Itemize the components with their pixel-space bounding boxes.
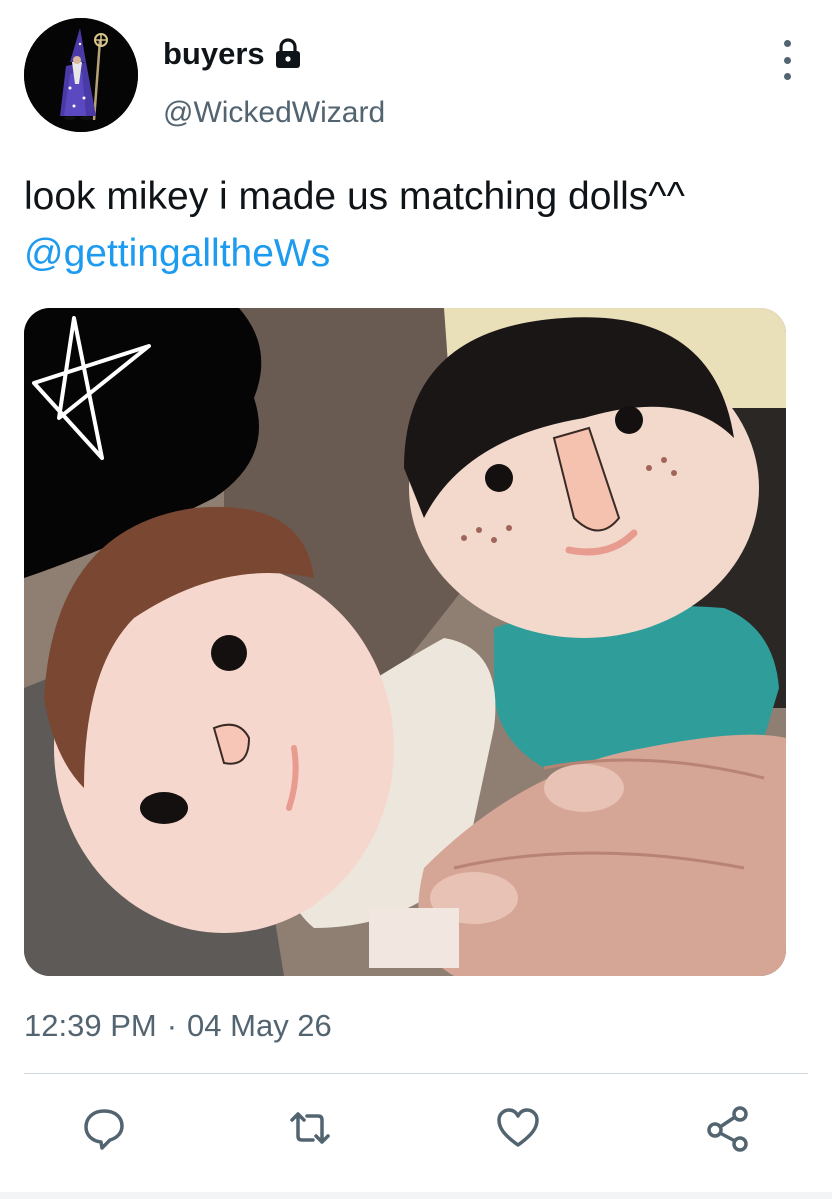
display-name[interactable]: buyers (163, 34, 265, 74)
like-button[interactable] (494, 1104, 542, 1152)
more-options-icon[interactable] (780, 40, 794, 80)
reply-button[interactable] (80, 1104, 128, 1152)
divider (24, 1073, 808, 1074)
like-icon (497, 1108, 539, 1147)
share-icon (707, 1106, 748, 1152)
tweet-date: 04 May 26 (187, 1008, 332, 1043)
user-handle[interactable]: @WickedWizard (163, 93, 385, 133)
reply-icon (84, 1109, 124, 1150)
share-button[interactable] (704, 1104, 752, 1152)
mention-link[interactable]: @gettingalltheWs (24, 232, 330, 275)
retweet-button[interactable] (286, 1104, 334, 1152)
tweet-text-body: look mikey i made us matching dolls^^ (24, 175, 685, 218)
retweet-icon (290, 1112, 330, 1144)
tweet-text: look mikey i made us matching dolls^^ @g… (24, 168, 804, 282)
tweet-time: 12:39 PM (24, 1008, 157, 1043)
tweet-media[interactable] (24, 308, 786, 976)
timestamp-separator: · (166, 1008, 178, 1043)
tweet-timestamp[interactable]: 12:39 PM · 04 May 26 (24, 1004, 332, 1048)
action-bar (0, 1100, 832, 1160)
tweet: buyers @WickedWizard look mikey i made u… (0, 0, 832, 1199)
avatar[interactable] (24, 18, 138, 132)
wizard-avatar-icon (24, 18, 138, 132)
name-row: buyers (163, 34, 303, 74)
bottom-edge (0, 1192, 832, 1199)
lock-icon (273, 38, 303, 70)
media-photo (24, 308, 786, 976)
